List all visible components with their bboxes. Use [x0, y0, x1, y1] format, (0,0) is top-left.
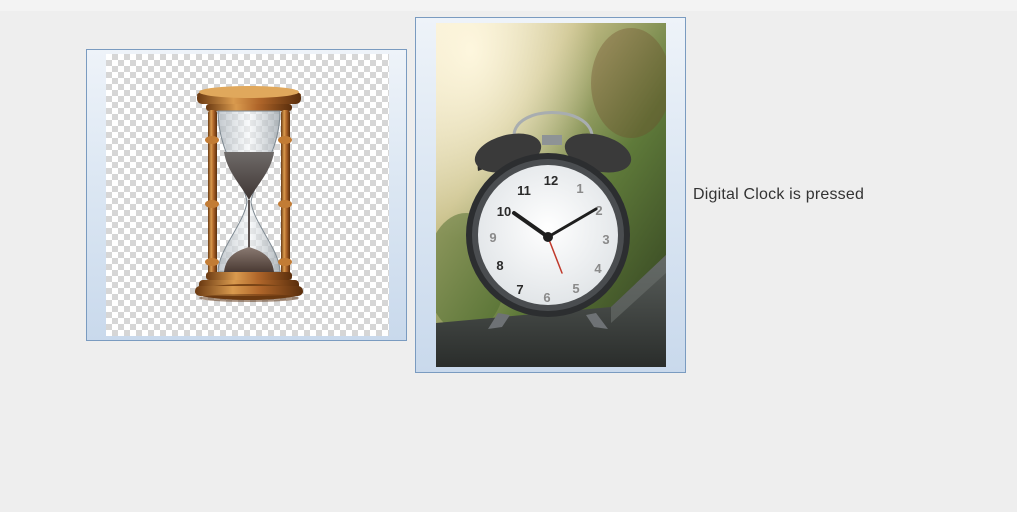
- numeral-1: 1: [576, 181, 583, 196]
- numeral-5: 5: [572, 281, 579, 296]
- alarm-clock-icon: 12 1 2 3 4 5 6 7 8 9 10 11: [436, 23, 666, 367]
- numeral-12: 12: [544, 173, 558, 188]
- numeral-8: 8: [496, 258, 503, 273]
- alarm-clock-image: 12 1 2 3 4 5 6 7 8 9 10 11: [436, 23, 666, 367]
- hourglass-button[interactable]: [86, 49, 407, 341]
- hourglass-image: [106, 54, 389, 336]
- numeral-9: 9: [489, 230, 496, 245]
- numeral-6: 6: [543, 290, 550, 305]
- numeral-4: 4: [594, 261, 602, 276]
- numeral-7: 7: [516, 282, 523, 297]
- numeral-2: 2: [595, 203, 602, 218]
- status-label: Digital Clock is pressed: [693, 186, 865, 203]
- hourglass-icon: [195, 86, 303, 302]
- window-top-strip: [0, 0, 1017, 11]
- numeral-10: 10: [497, 204, 511, 219]
- numeral-11: 11: [517, 183, 531, 198]
- clock-button[interactable]: 12 1 2 3 4 5 6 7 8 9 10 11: [415, 17, 686, 373]
- numeral-3: 3: [602, 232, 609, 247]
